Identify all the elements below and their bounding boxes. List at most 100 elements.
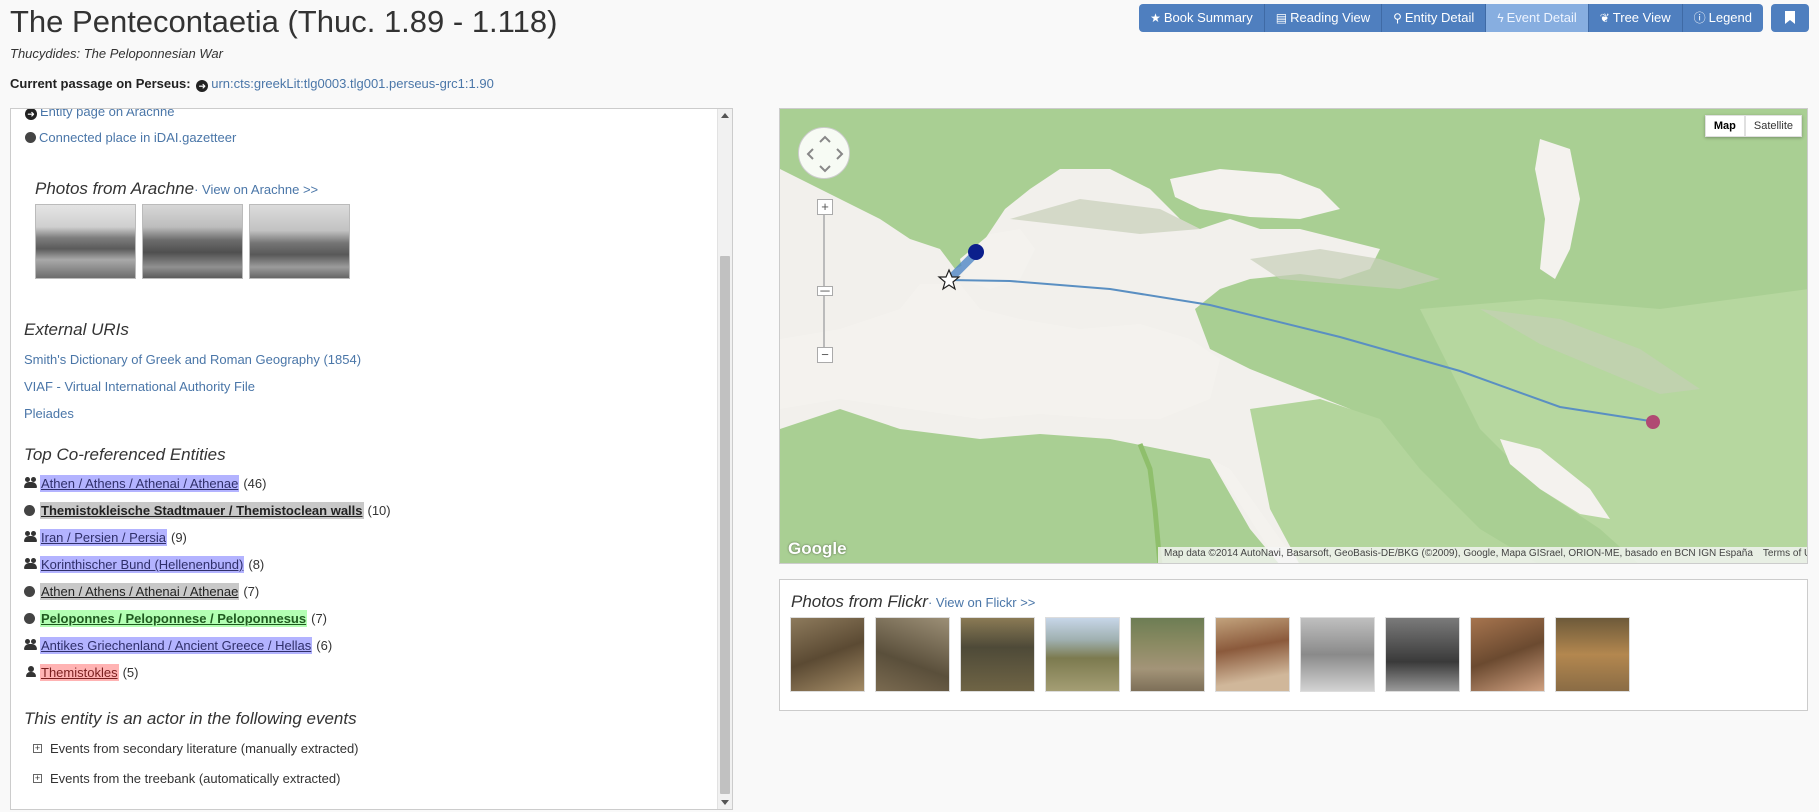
events-heading: This entity is an actor in the following… (24, 709, 357, 728)
coref-entity: Korinthischer Bund (Hellenenbund) (8) (23, 556, 264, 573)
globe-icon (23, 584, 38, 599)
tree-view-button[interactable]: ❦ Tree View (1588, 4, 1683, 32)
terms-of-use-link[interactable]: Terms of Use (1763, 548, 1807, 562)
map-view[interactable]: Map Satellite + ─ − Google Map data ©201… (779, 108, 1808, 564)
entity-detail-label: Entity Detail (1404, 10, 1475, 25)
passage-label: Current passage on Perseus: (10, 76, 191, 91)
flickr-photo[interactable] (790, 617, 865, 692)
book-summary-label: Book Summary (1163, 10, 1253, 25)
coref-entity-link[interactable]: Iran / Persien / Persia (40, 529, 167, 546)
pleiades-link[interactable]: Pleiades (24, 406, 74, 421)
flickr-photo[interactable] (1385, 617, 1460, 692)
scrollbar-thumb[interactable] (720, 256, 730, 794)
bolt-icon: ϟ (1497, 11, 1504, 25)
arachne-photo[interactable] (35, 204, 136, 279)
coref-entity: Themistokleische Stadtmauer / Themistocl… (23, 502, 391, 519)
info-icon: ⓘ (1693, 11, 1706, 25)
zoom-rail[interactable] (823, 201, 825, 361)
legend-button[interactable]: ⓘ Legend (1682, 4, 1763, 32)
scroll-down-arrow[interactable] (721, 800, 729, 805)
map-marker-icon: ⚲ (1393, 11, 1402, 25)
external-uris-heading: External URIs (24, 320, 129, 339)
gazetteer-link[interactable]: Connected place in iDAI.gazetteer (39, 130, 236, 145)
flickr-photo[interactable] (960, 617, 1035, 692)
map-type-satellite-button[interactable]: Satellite (1744, 115, 1802, 137)
flickr-photo[interactable] (1470, 617, 1545, 692)
globe-icon (25, 132, 36, 143)
view-toolbar: ★ Book Summary ▤ Reading View ⚲ Entity Deta… (1139, 4, 1763, 32)
reading-view-button[interactable]: ▤ Reading View (1264, 4, 1383, 32)
view-on-flickr-link[interactable]: · View on Flickr >> (928, 595, 1035, 610)
event-detail-button[interactable]: ϟ Event Detail (1486, 4, 1589, 32)
flickr-photo[interactable] (1130, 617, 1205, 692)
zoom-slider-handle[interactable]: ─ (817, 284, 833, 297)
zoom-in-button[interactable]: + (817, 199, 833, 215)
events-secondary-label: Events from secondary literature (manual… (50, 741, 359, 756)
flickr-photo[interactable] (1215, 617, 1290, 692)
google-logo: Google (788, 539, 847, 558)
arachne-photo[interactable] (142, 204, 243, 279)
zoom-out-button[interactable]: − (817, 347, 833, 363)
viaf-link[interactable]: VIAF - Virtual International Authority F… (24, 379, 255, 394)
coref-entities-heading: Top Co-referenced Entities (24, 445, 226, 464)
coref-entity: Peloponnes / Peloponnese / Peloponnesus … (23, 610, 327, 627)
coref-entity-link[interactable]: Athen / Athens / Athenai / Athenae (40, 583, 240, 600)
view-on-arachne-link[interactable]: · View on Arachne >> (194, 182, 318, 197)
arachne-photo-strip (35, 204, 350, 279)
entity-detail-panel[interactable]: ➜ Entity page on Arachne Connected place … (10, 108, 733, 810)
coref-entity-link[interactable]: Korinthischer Bund (Hellenenbund) (40, 556, 245, 573)
coref-entity: Iran / Persien / Persia (9) (23, 529, 187, 546)
coref-entity-count: (10) (367, 503, 391, 518)
flickr-photo[interactable] (1045, 617, 1120, 692)
events-secondary-toggle[interactable]: + Events from secondary literature (manua… (33, 741, 359, 756)
circle-arrow-icon: ➜ (25, 109, 37, 120)
group-icon (23, 476, 38, 491)
flickr-photo[interactable] (875, 617, 950, 692)
pan-arrows-icon (806, 135, 844, 173)
person-icon (23, 665, 38, 680)
coref-entity-link[interactable]: Themistokleische Stadtmauer / Themistocl… (40, 502, 364, 519)
events-treebank-label: Events from the treebank (automatically … (50, 771, 341, 786)
work-subtitle: Thucydides: The Peloponnesian War (10, 46, 223, 61)
arachne-photo[interactable] (249, 204, 350, 279)
group-icon (23, 557, 38, 572)
panel-scrollbar[interactable] (717, 109, 732, 809)
pan-control[interactable] (798, 127, 850, 179)
zoom-slider[interactable]: + ─ − (817, 199, 833, 363)
coref-entity-link[interactable]: Athen / Athens / Athenai / Athenae (40, 475, 240, 492)
circle-arrow-icon: ➜ (196, 80, 209, 92)
passage-urn-text: urn:cts:greekLit:tlg0003.tlg001.perseus-… (211, 76, 494, 91)
arachne-entity-link[interactable]: Entity page on Arachne (40, 109, 174, 119)
coref-entity-link[interactable]: Antikes Griechenland / Ancient Greece / … (40, 637, 313, 654)
book-icon: ▤ (1275, 11, 1288, 25)
flickr-photos-title: Photos from Flickr (791, 592, 928, 611)
legend-label: Legend (1708, 10, 1752, 25)
map-attribution: Map data ©2014 AutoNavi, Basarsoft, GeoB… (1158, 547, 1807, 563)
scroll-up-arrow[interactable] (721, 113, 729, 118)
coref-entity-count: (5) (122, 665, 139, 680)
flickr-photos-heading: Photos from Flickr· View on Flickr >> (791, 592, 1035, 612)
coref-entity: Antikes Griechenland / Ancient Greece / … (23, 637, 332, 654)
arachne-photos-title: Photos from Arachne (35, 179, 195, 198)
bookmark-button[interactable] (1771, 4, 1809, 32)
flickr-photo[interactable] (1300, 617, 1375, 692)
flickr-photo-strip (790, 617, 1630, 692)
events-treebank-toggle[interactable]: + Events from the treebank (automatically… (33, 771, 340, 786)
smith-dictionary-link[interactable]: Smith's Dictionary of Greek and Roman Ge… (24, 352, 361, 367)
flickr-photo[interactable] (1555, 617, 1630, 692)
coref-entity: Athen / Athens / Athenai / Athenae (7) (23, 583, 259, 600)
map-type-control: Map Satellite (1704, 115, 1802, 137)
coref-entity-link[interactable]: Peloponnes / Peloponnese / Peloponnesus (40, 610, 308, 627)
coref-entity-count: (8) (248, 557, 265, 572)
coref-entity-link[interactable]: Themistokles (40, 664, 119, 681)
entity-detail-button[interactable]: ⚲ Entity Detail (1382, 4, 1487, 32)
gazetteer-link-row: Connected place in iDAI.gazetteer (25, 130, 236, 145)
reading-view-label: Reading View (1290, 10, 1371, 25)
group-icon (23, 638, 38, 653)
passage-urn-link[interactable]: ➜ urn:cts:greekLit:tlg0003.tlg001.perseus… (196, 76, 494, 92)
coref-entity: Themistokles (5) (23, 664, 138, 681)
flickr-photos-panel: Photos from Flickr· View on Flickr >> (779, 579, 1808, 711)
map-type-map-button[interactable]: Map (1704, 115, 1745, 137)
leaf-icon: ❦ (1599, 11, 1610, 25)
book-summary-button[interactable]: ★ Book Summary (1139, 4, 1265, 32)
